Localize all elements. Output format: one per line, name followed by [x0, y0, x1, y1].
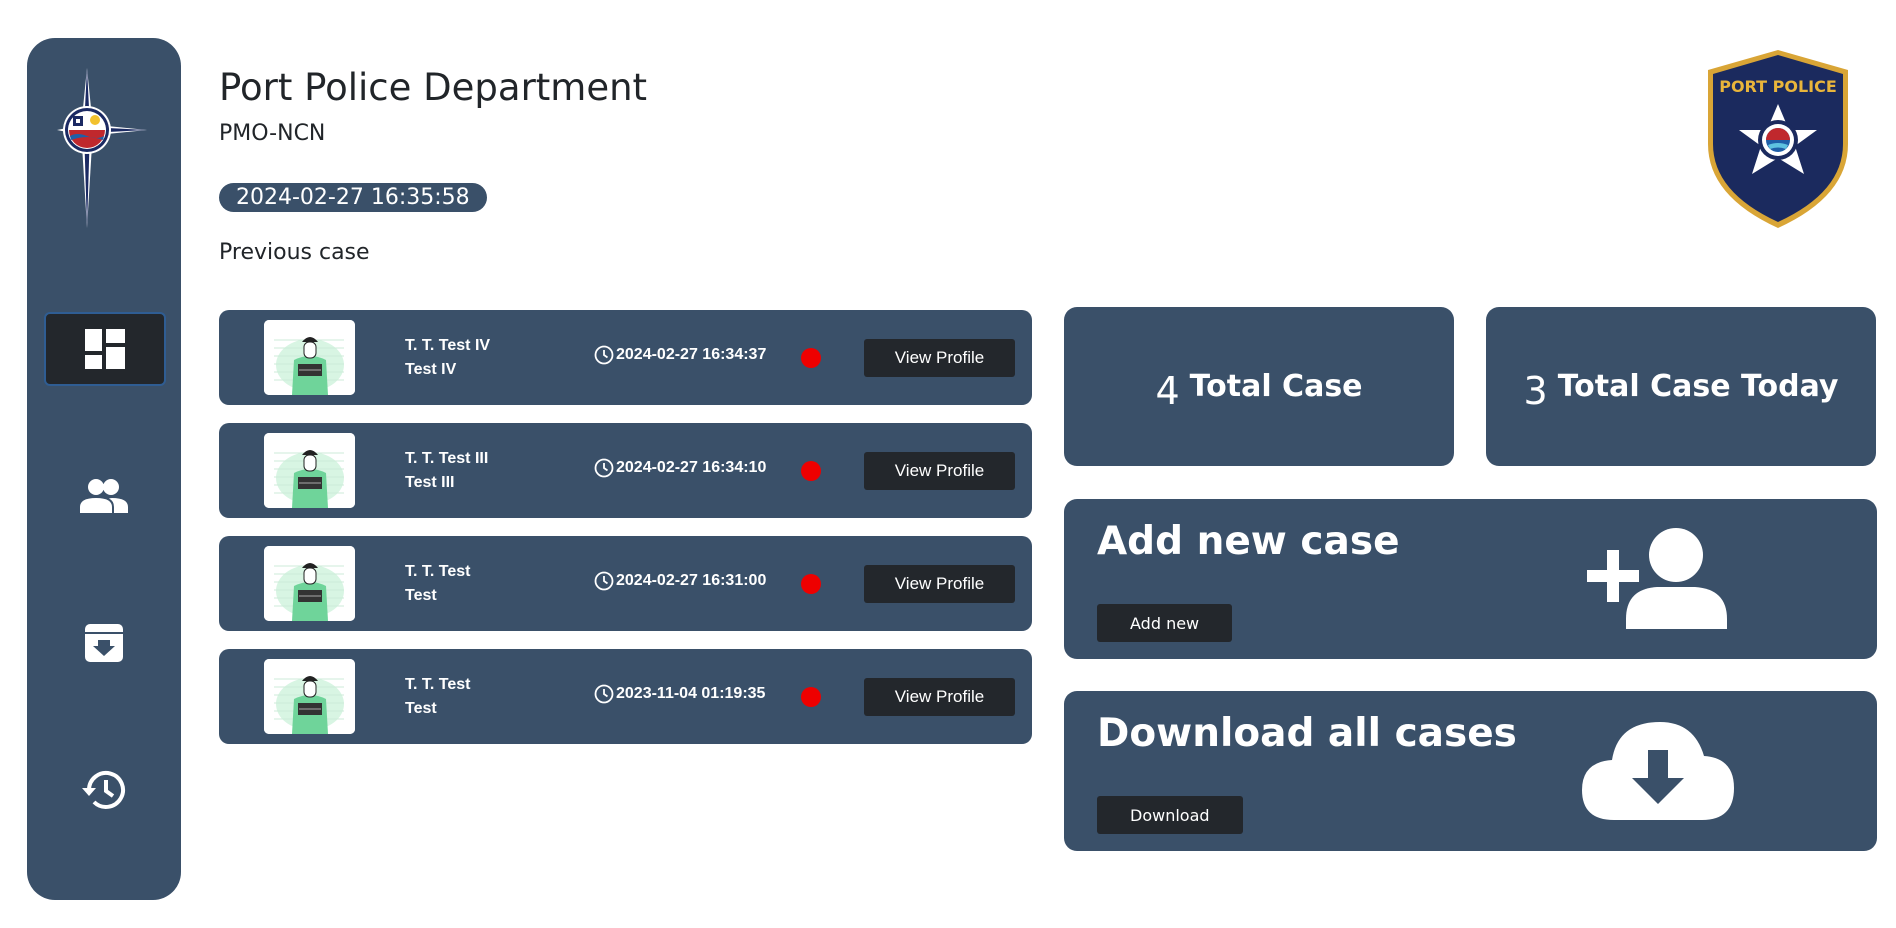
clock-icon [594, 458, 614, 478]
case-name: T. T. Test [405, 676, 471, 693]
total-case-label: Total Case [1189, 369, 1363, 404]
case-card: T. T. Test III Test III 2024-02-27 16:34… [219, 423, 1032, 518]
case-alias: Test [405, 587, 437, 604]
total-case-today-count: 3 [1523, 368, 1548, 413]
status-indicator [801, 574, 821, 594]
view-profile-button[interactable]: View Profile [864, 452, 1015, 490]
badge-text: PORT POLICE [1719, 77, 1837, 96]
view-profile-button[interactable]: View Profile [864, 565, 1015, 603]
page-title: Port Police Department [219, 66, 648, 109]
archive-download-icon [85, 624, 123, 662]
total-case-count: 4 [1155, 368, 1180, 413]
clock-icon [594, 571, 614, 591]
sidebar-item-archive[interactable] [45, 608, 163, 678]
case-name: T. T. Test III [405, 450, 489, 467]
add-new-case-card: Add new case Add new [1064, 499, 1877, 659]
sidebar-item-dashboard[interactable] [44, 312, 166, 386]
history-icon [82, 770, 125, 809]
case-alias: Test III [405, 474, 455, 491]
case-timestamp: 2024-02-27 16:34:10 [616, 459, 767, 476]
current-datetime-badge: 2024-02-27 16:35:58 [219, 183, 487, 212]
status-indicator [801, 687, 821, 707]
add-new-button[interactable]: Add new [1097, 604, 1233, 642]
status-indicator [801, 461, 821, 481]
case-card: T. T. Test Test 2024-02-27 16:31:00 View… [219, 536, 1032, 631]
port-police-badge-logo: PORT POLICE [1704, 48, 1852, 230]
case-timestamp: 2023-11-04 01:19:35 [616, 685, 766, 702]
view-profile-button[interactable]: View Profile [864, 339, 1015, 377]
mugshot-thumbnail [264, 659, 355, 734]
mugshot-thumbnail [264, 546, 355, 621]
page-subtitle: PMO-NCN [219, 121, 326, 146]
download-button[interactable]: Download [1097, 796, 1243, 834]
mugshot-thumbnail [264, 320, 355, 395]
cloud-download-icon [1582, 722, 1734, 820]
ppa-logo [57, 68, 151, 228]
total-case-today-card: 3 Total Case Today [1486, 307, 1876, 466]
people-icon [80, 479, 128, 513]
case-card: T. T. Test Test 2023-11-04 01:19:35 View… [219, 649, 1032, 744]
total-case-card: 4 Total Case [1064, 307, 1454, 466]
status-indicator [801, 348, 821, 368]
case-name: T. T. Test IV [405, 337, 491, 354]
sidebar-item-people[interactable] [45, 461, 163, 531]
case-alias: Test IV [405, 361, 457, 378]
clock-icon [594, 345, 614, 365]
sidebar [27, 38, 181, 900]
add-new-case-title: Add new case [1097, 519, 1400, 564]
download-all-cases-title: Download all cases [1097, 711, 1517, 756]
case-timestamp: 2024-02-27 16:34:37 [616, 346, 767, 363]
view-profile-button[interactable]: View Profile [864, 678, 1015, 716]
case-timestamp: 2024-02-27 16:31:00 [616, 572, 767, 589]
dashboard-icon [85, 329, 125, 369]
total-case-today-label: Total Case Today [1557, 369, 1839, 404]
download-all-cases-card: Download all cases Download [1064, 691, 1877, 851]
case-name: T. T. Test [405, 563, 471, 580]
previous-case-label: Previous case [219, 240, 370, 265]
clock-icon [594, 684, 614, 704]
add-user-icon [1587, 528, 1727, 629]
case-alias: Test [405, 700, 437, 717]
case-card: T. T. Test IV Test IV 2024-02-27 16:34:3… [219, 310, 1032, 405]
sidebar-item-history[interactable] [45, 755, 163, 825]
mugshot-thumbnail [264, 433, 355, 508]
